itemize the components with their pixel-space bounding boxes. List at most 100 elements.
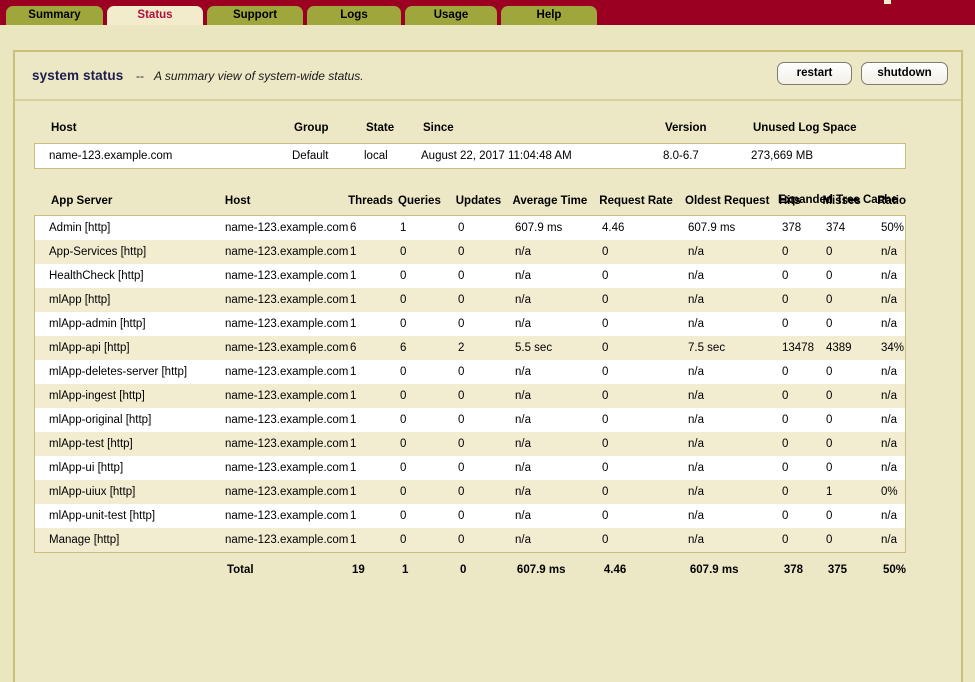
cell-ratio: 50% bbox=[881, 222, 905, 234]
cell-ratio: 34% bbox=[881, 342, 905, 354]
tab-support[interactable]: Support bbox=[207, 6, 303, 25]
cell-request-rate: 0 bbox=[602, 510, 609, 522]
title-separator: -- bbox=[136, 69, 144, 83]
cell-host: name-123.example.com bbox=[225, 438, 349, 450]
table-row[interactable]: mlApp-api [http] name-123.example.com 6 6 2 5… bbox=[34, 336, 906, 360]
column-header-request-rate: Request Rate bbox=[599, 195, 673, 207]
cell-request-rate: 0 bbox=[602, 246, 609, 258]
page-title: system status bbox=[32, 68, 124, 83]
header-actions: restart shutdown bbox=[777, 62, 948, 85]
shutdown-button[interactable]: shutdown bbox=[861, 62, 948, 85]
total-average-time: 607.9 ms bbox=[516, 564, 566, 576]
cell-updates: 0 bbox=[458, 486, 465, 498]
cell-average-time: 607.9 ms bbox=[515, 222, 563, 234]
cell-request-rate: 0 bbox=[602, 342, 609, 354]
cell-hits: 0 bbox=[782, 462, 789, 474]
cell-app-server: mlApp-ingest [http] bbox=[49, 390, 145, 402]
column-header-average-time: Average Time bbox=[512, 195, 588, 207]
app-servers-total-table: Total 19 1 0 607.9 ms 4.46 607.9 ms 378 375 50% bbox=[34, 561, 906, 579]
cell-request-rate: 0 bbox=[602, 462, 609, 474]
total-updates: 0 bbox=[459, 564, 467, 576]
table-row[interactable]: mlApp-ui [http] name-123.example.com 1 0 0 n/… bbox=[34, 456, 906, 480]
table-row[interactable]: name-123.example.com Default local Augus… bbox=[34, 143, 906, 169]
cell-host: name-123.example.com bbox=[225, 414, 349, 426]
table-row[interactable]: mlApp-test [http] name-123.example.com 1 0 0… bbox=[34, 432, 906, 456]
cell-host: name-123.example.com bbox=[225, 534, 349, 546]
app-servers-header-row: App Server Host Threads Queries Updates … bbox=[34, 195, 906, 215]
cell-version: 8.0-6.7 bbox=[663, 150, 699, 162]
cell-ratio: n/a bbox=[881, 270, 897, 282]
table-row[interactable]: mlApp-uiux [http] name-123.example.com 1 0 0… bbox=[34, 480, 906, 504]
cell-host: name-123.example.com bbox=[49, 150, 173, 162]
cell-request-rate: 0 bbox=[602, 270, 609, 282]
cell-app-server: mlApp-original [http] bbox=[49, 414, 152, 426]
cell-updates: 0 bbox=[458, 390, 465, 402]
cell-oldest-request: n/a bbox=[688, 414, 704, 426]
cell-average-time: n/a bbox=[515, 390, 531, 402]
table-row[interactable]: mlApp-original [http] name-123.example.co… bbox=[34, 408, 906, 432]
table-row[interactable]: mlApp-ingest [http] name-123.example.com 1… bbox=[34, 384, 906, 408]
cell-hits: 0 bbox=[782, 318, 789, 330]
tab-status[interactable]: Status bbox=[107, 6, 203, 25]
table-row[interactable]: Manage [http] name-123.example.com 1 0 0 n/a 0… bbox=[34, 528, 906, 553]
cell-threads: 1 bbox=[350, 534, 357, 546]
hosts-section: Host Group State Since Version Unused Lo… bbox=[34, 122, 906, 169]
cell-host: name-123.example.com bbox=[225, 366, 349, 378]
cell-host: name-123.example.com bbox=[225, 390, 349, 402]
cell-app-server: mlApp-unit-test [http] bbox=[49, 510, 156, 522]
cell-queries: 0 bbox=[400, 366, 407, 378]
tab-summary[interactable]: Summary bbox=[6, 6, 103, 25]
cell-hits: 0 bbox=[782, 414, 789, 426]
column-header-unused-log-space: Unused Log Space bbox=[753, 122, 857, 134]
cell-app-server: mlApp-uiux [http] bbox=[49, 486, 136, 498]
cell-app-server: mlApp [http] bbox=[49, 294, 111, 306]
total-misses: 375 bbox=[827, 564, 848, 576]
cell-updates: 0 bbox=[458, 414, 465, 426]
cell-request-rate: 4.46 bbox=[602, 222, 625, 234]
cell-misses: 0 bbox=[826, 366, 833, 378]
cell-app-server: HealthCheck [http] bbox=[49, 270, 144, 282]
cell-state: local bbox=[364, 150, 388, 162]
cell-ratio: n/a bbox=[881, 246, 897, 258]
cell-app-server: mlApp-deletes-server [http] bbox=[49, 366, 188, 378]
cell-average-time: n/a bbox=[515, 246, 531, 258]
table-row[interactable]: HealthCheck [http] name-123.example.com 1 0… bbox=[34, 264, 906, 288]
cell-hits: 0 bbox=[782, 294, 789, 306]
table-row[interactable]: mlApp-admin [http] name-123.example.com 1 0… bbox=[34, 312, 906, 336]
cell-updates: 0 bbox=[458, 366, 465, 378]
cell-updates: 0 bbox=[458, 294, 465, 306]
cell-oldest-request: n/a bbox=[688, 246, 704, 258]
panel-header: system status -- A summary view of syste… bbox=[15, 52, 961, 101]
tabbar-artifact bbox=[884, 0, 891, 4]
table-row[interactable]: mlApp-unit-test [http] name-123.example.c… bbox=[34, 504, 906, 528]
cell-threads: 1 bbox=[350, 414, 357, 426]
cell-app-server: mlApp-api [http] bbox=[49, 342, 130, 354]
cell-request-rate: 0 bbox=[602, 534, 609, 546]
table-row[interactable]: mlApp [http] name-123.example.com 1 0 0 n/a 0 n… bbox=[34, 288, 906, 312]
cell-average-time: n/a bbox=[515, 366, 531, 378]
cell-hits: 0 bbox=[782, 246, 789, 258]
tab-usage[interactable]: Usage bbox=[405, 6, 497, 25]
cell-threads: 1 bbox=[350, 294, 357, 306]
tab-help[interactable]: Help bbox=[501, 6, 597, 25]
table-row[interactable]: App-Services [http] name-123.example.com 1… bbox=[34, 240, 906, 264]
cell-request-rate: 0 bbox=[602, 486, 609, 498]
cell-queries: 0 bbox=[400, 318, 407, 330]
cell-threads: 1 bbox=[350, 510, 357, 522]
restart-button[interactable]: restart bbox=[777, 62, 852, 85]
app-servers-section: Expanded Tree Cache App Server Host Thre… bbox=[34, 194, 906, 579]
tab-logs[interactable]: Logs bbox=[307, 6, 401, 25]
cell-threads: 1 bbox=[350, 438, 357, 450]
cell-app-server: Manage [http] bbox=[49, 534, 120, 546]
table-row[interactable]: Admin [http] name-123.example.com 6 1 0 607.9… bbox=[34, 215, 906, 240]
table-row[interactable]: mlApp-deletes-server [http] name-123.exam… bbox=[34, 360, 906, 384]
cell-host: name-123.example.com bbox=[225, 342, 349, 354]
cell-queries: 0 bbox=[400, 534, 407, 546]
cell-request-rate: 0 bbox=[602, 318, 609, 330]
cell-ratio: n/a bbox=[881, 462, 897, 474]
cell-average-time: n/a bbox=[515, 414, 531, 426]
cell-misses: 0 bbox=[826, 438, 833, 450]
cell-host: name-123.example.com bbox=[225, 462, 349, 474]
group-header-expanded-tree-cache: Expanded Tree Cache bbox=[778, 194, 898, 206]
app-servers-header-table: App Server Host Threads Queries Updates … bbox=[34, 195, 906, 215]
